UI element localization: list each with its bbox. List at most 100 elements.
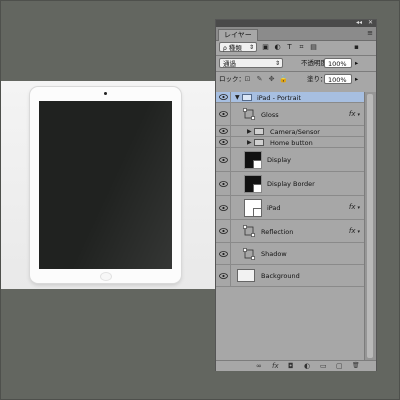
eye-icon bbox=[219, 139, 228, 145]
ipad-gloss bbox=[50, 101, 172, 269]
lock-transparent-icon[interactable]: ⊡ bbox=[243, 74, 252, 84]
filter-kind-value: 種類 bbox=[228, 44, 242, 52]
divider bbox=[216, 71, 376, 72]
lock-label: ロック： bbox=[219, 75, 245, 83]
fill-input[interactable]: 100% bbox=[324, 74, 352, 84]
add-mask-icon[interactable]: ◘ bbox=[288, 362, 294, 370]
eye-icon bbox=[219, 228, 228, 234]
layer-effects-icon[interactable]: fx ▾ bbox=[349, 227, 360, 235]
eye-icon bbox=[219, 204, 228, 211]
scrollbar-thumb[interactable] bbox=[367, 94, 373, 358]
smart-object-filter-icon[interactable]: ▤ bbox=[309, 42, 318, 52]
layer-row[interactable]: iPad fx ▾ bbox=[216, 196, 364, 220]
disclosure-open-icon[interactable]: ▼ bbox=[235, 94, 240, 101]
layer-row[interactable]: ▶ Camera/Sensor bbox=[216, 126, 364, 137]
visibility-toggle[interactable] bbox=[216, 172, 231, 195]
opacity-arrow-icon[interactable]: ▸ bbox=[355, 58, 358, 68]
select-arrow-icon: ⇕ bbox=[248, 44, 254, 51]
pixel-filter-icon[interactable]: ▣ bbox=[261, 42, 270, 52]
layer-name: Background bbox=[261, 272, 300, 280]
folder-icon bbox=[254, 139, 264, 146]
blend-mode-value: 通過 bbox=[223, 60, 236, 68]
layer-row[interactable]: Shadow bbox=[216, 243, 364, 265]
layer-row[interactable]: ▼ iPad - Portrait bbox=[216, 92, 364, 103]
layer-row[interactable]: Reflection fx ▾ bbox=[216, 220, 364, 243]
trash-icon[interactable]: 🗑 bbox=[352, 362, 360, 370]
lock-row: ロック： ⊡ ✎ ✥ 🔒 塗り： 100% ▸ bbox=[216, 74, 376, 85]
panel-bottom-toolbar: ∞ fx ◘ ◐ ▭ ▢ 🗑 bbox=[216, 360, 376, 371]
layer-row[interactable]: Display Border bbox=[216, 172, 364, 196]
layer-name: Home button bbox=[270, 139, 313, 147]
type-filter-icon[interactable]: T bbox=[285, 42, 294, 52]
visibility-toggle[interactable] bbox=[216, 220, 231, 242]
layer-thumbnail bbox=[237, 269, 255, 282]
lock-brush-icon[interactable]: ✎ bbox=[255, 74, 264, 84]
layer-row[interactable]: ▶ Home button bbox=[216, 137, 364, 148]
add-style-icon[interactable]: fx bbox=[272, 362, 279, 370]
collapse-icon[interactable]: ◂◂ bbox=[356, 19, 362, 26]
visibility-toggle[interactable] bbox=[216, 103, 231, 125]
eye-icon bbox=[219, 180, 228, 187]
ipad-screen bbox=[39, 101, 172, 269]
lock-move-icon[interactable]: ✥ bbox=[267, 74, 276, 84]
link-layers-icon[interactable]: ∞ bbox=[256, 362, 262, 370]
disclosure-closed-icon[interactable]: ▶ bbox=[247, 128, 252, 135]
fill-value: 100% bbox=[328, 76, 347, 84]
select-arrow-icon: ⇕ bbox=[274, 60, 280, 67]
visibility-toggle[interactable] bbox=[216, 148, 231, 171]
visibility-toggle[interactable] bbox=[216, 92, 231, 102]
ipad-camera bbox=[104, 92, 107, 95]
tab-layers[interactable]: レイヤー bbox=[218, 29, 258, 41]
visibility-toggle[interactable] bbox=[216, 137, 231, 147]
document-canvas[interactable] bbox=[1, 81, 215, 289]
shape-filter-icon[interactable]: ⌗ bbox=[297, 42, 306, 52]
close-icon[interactable]: ✕ bbox=[368, 19, 373, 26]
divider bbox=[216, 55, 376, 56]
layer-row[interactable]: Display bbox=[216, 148, 364, 172]
eye-icon bbox=[219, 250, 228, 257]
shape-layer-icon bbox=[243, 248, 255, 260]
eye-icon bbox=[219, 94, 228, 100]
visibility-toggle[interactable] bbox=[216, 265, 231, 286]
layer-row[interactable]: Gloss fx ▾ bbox=[216, 103, 364, 126]
opacity-value: 100% bbox=[328, 60, 347, 68]
adjustment-layer-icon[interactable]: ◐ bbox=[304, 362, 310, 370]
fill-arrow-icon[interactable]: ▸ bbox=[355, 74, 358, 84]
eye-icon bbox=[219, 156, 228, 163]
filter-toggle-icon[interactable]: ▪ bbox=[352, 42, 361, 52]
layer-thumbnail bbox=[244, 199, 262, 217]
filter-kind-select[interactable]: ρ 種類 ⇕ bbox=[219, 42, 257, 52]
layer-effects-icon[interactable]: fx ▾ bbox=[349, 203, 360, 211]
layer-name: Reflection bbox=[261, 228, 294, 236]
layer-effects-icon[interactable]: fx ▾ bbox=[349, 110, 360, 118]
lock-all-icon[interactable]: 🔒 bbox=[279, 74, 288, 84]
folder-icon bbox=[254, 128, 264, 135]
opacity-input[interactable]: 100% bbox=[324, 58, 352, 68]
visibility-toggle[interactable] bbox=[216, 196, 231, 219]
layer-thumbnail bbox=[244, 151, 262, 169]
layer-name: Gloss bbox=[261, 111, 279, 119]
new-layer-icon[interactable]: ▢ bbox=[336, 362, 343, 370]
panel-menu-icon[interactable]: ≡ bbox=[367, 29, 373, 37]
layer-name: iPad - Portrait bbox=[257, 94, 301, 102]
layer-row[interactable]: Background bbox=[216, 265, 364, 287]
ipad-mockup bbox=[30, 87, 181, 283]
eye-icon bbox=[219, 111, 228, 117]
filter-row: ρ 種類 ⇕ ▣ ◐ T ⌗ ▤ ▪ bbox=[216, 42, 376, 53]
layer-name: Shadow bbox=[261, 250, 287, 258]
panel-titlebar[interactable]: ◂◂ ✕ bbox=[216, 19, 376, 27]
blend-row: 通過 ⇕ 不透明度： 100% ▸ bbox=[216, 58, 376, 69]
visibility-toggle[interactable] bbox=[216, 126, 231, 136]
eye-icon bbox=[219, 272, 228, 279]
new-group-icon[interactable]: ▭ bbox=[320, 362, 327, 370]
disclosure-closed-icon[interactable]: ▶ bbox=[247, 139, 252, 146]
layer-name: Display Border bbox=[267, 180, 315, 188]
blend-mode-select[interactable]: 通過 ⇕ bbox=[219, 58, 283, 68]
layer-thumbnail bbox=[244, 175, 262, 193]
folder-icon bbox=[242, 94, 252, 101]
visibility-toggle[interactable] bbox=[216, 243, 231, 264]
panel-tabbar: レイヤー ≡ bbox=[216, 27, 376, 41]
layers-scrollbar[interactable] bbox=[364, 92, 376, 360]
adjustment-filter-icon[interactable]: ◐ bbox=[273, 42, 282, 52]
layer-name: Display bbox=[267, 156, 291, 164]
